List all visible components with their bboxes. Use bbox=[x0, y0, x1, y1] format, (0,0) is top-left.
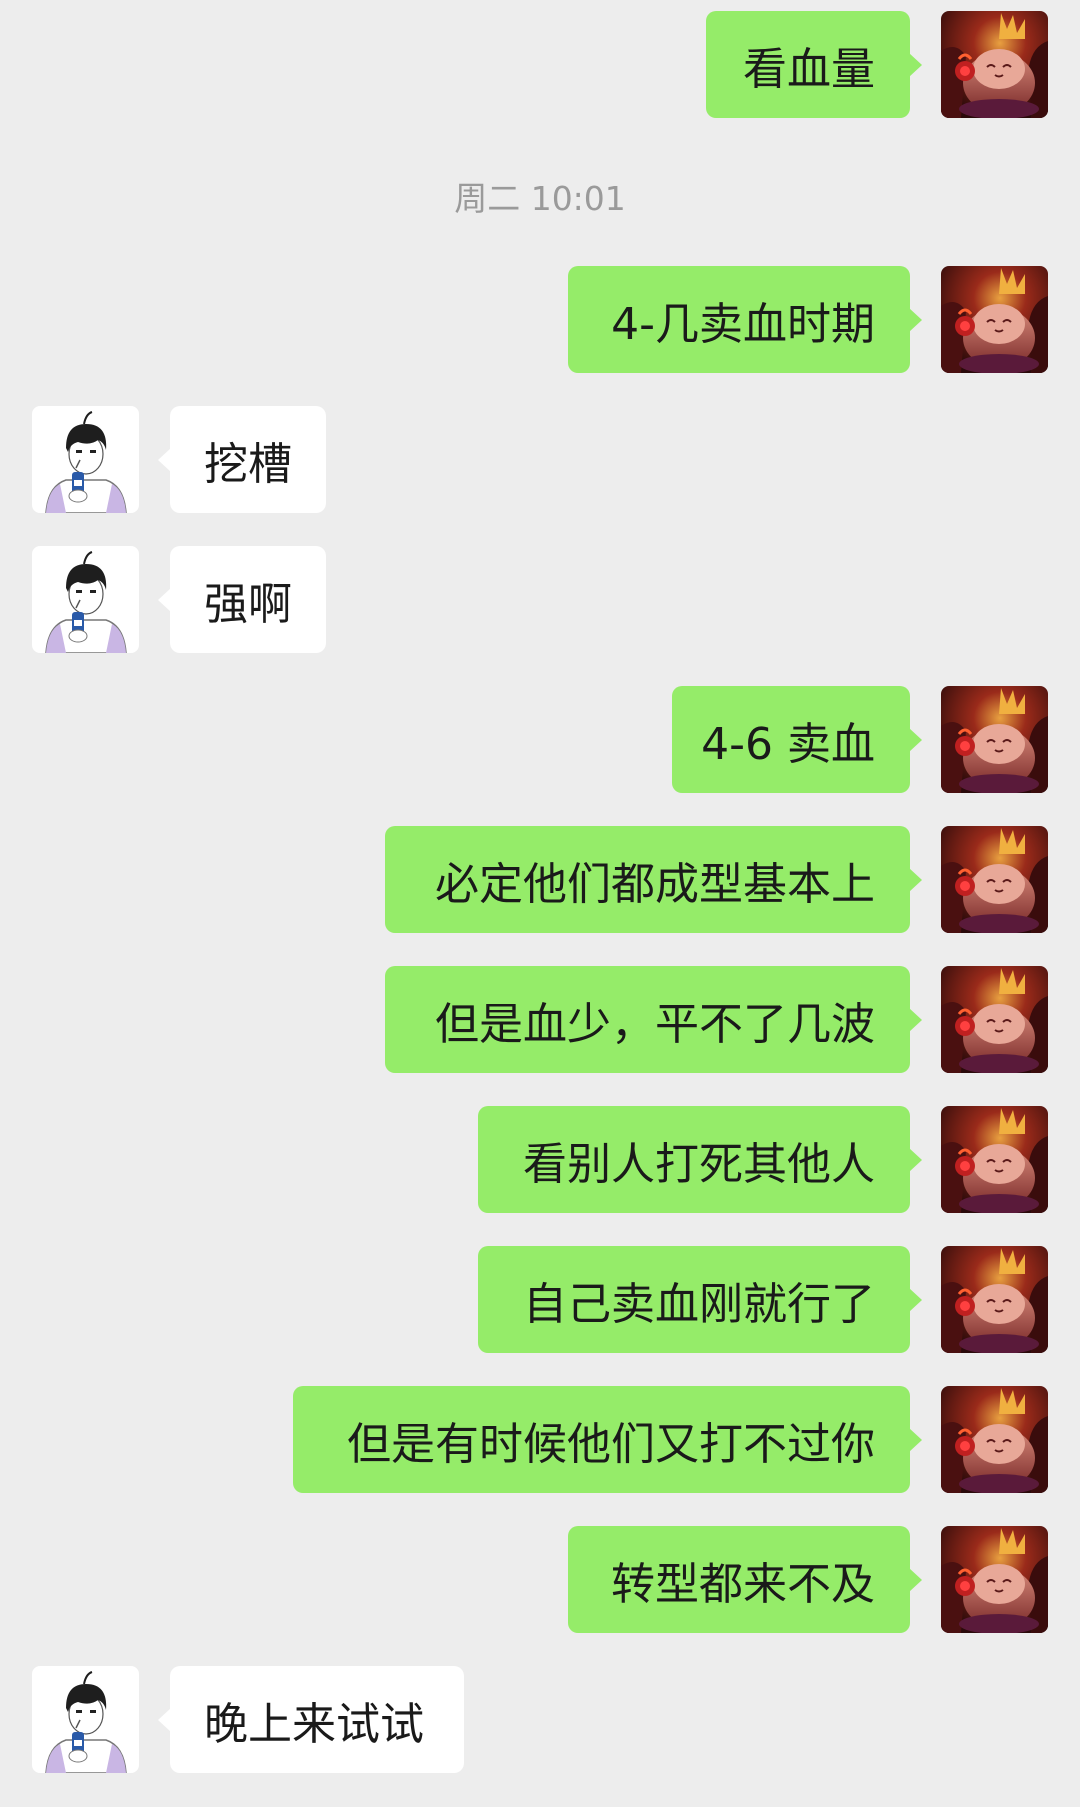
incoming-message-bubble[interactable]: 晚上来试试 bbox=[158, 1666, 464, 1773]
incoming-message-bubble[interactable]: 挖槽 bbox=[158, 406, 326, 513]
contact-avatar[interactable] bbox=[32, 1666, 139, 1773]
self-avatar[interactable] bbox=[941, 1106, 1048, 1213]
outgoing-message-bubble[interactable]: 4-6 卖血 bbox=[672, 686, 922, 793]
self-avatar[interactable] bbox=[941, 11, 1048, 118]
contact-avatar[interactable] bbox=[32, 406, 139, 513]
outgoing-message-bubble[interactable]: 看血量 bbox=[706, 11, 922, 118]
outgoing-message-bubble[interactable]: 自己卖血刚就行了 bbox=[478, 1246, 922, 1353]
outgoing-message-bubble[interactable]: 但是血少，平不了几波 bbox=[385, 966, 922, 1073]
self-avatar[interactable] bbox=[941, 1386, 1048, 1493]
outgoing-message-bubble[interactable]: 转型都来不及 bbox=[568, 1526, 922, 1633]
incoming-message-bubble[interactable]: 强啊 bbox=[158, 546, 326, 653]
outgoing-message-bubble[interactable]: 4-几卖血时期 bbox=[568, 266, 922, 373]
self-avatar[interactable] bbox=[941, 686, 1048, 793]
outgoing-message-bubble[interactable]: 必定他们都成型基本上 bbox=[385, 826, 922, 933]
message-timestamp: 周二 10:01 bbox=[454, 179, 626, 218]
contact-avatar[interactable] bbox=[32, 546, 139, 653]
self-avatar[interactable] bbox=[941, 1246, 1048, 1353]
self-avatar[interactable] bbox=[941, 266, 1048, 373]
self-avatar[interactable] bbox=[941, 826, 1048, 933]
self-avatar[interactable] bbox=[941, 966, 1048, 1073]
outgoing-message-bubble[interactable]: 看别人打死其他人 bbox=[478, 1106, 922, 1213]
self-avatar[interactable] bbox=[941, 1526, 1048, 1633]
outgoing-message-bubble[interactable]: 但是有时候他们又打不过你 bbox=[293, 1386, 922, 1493]
